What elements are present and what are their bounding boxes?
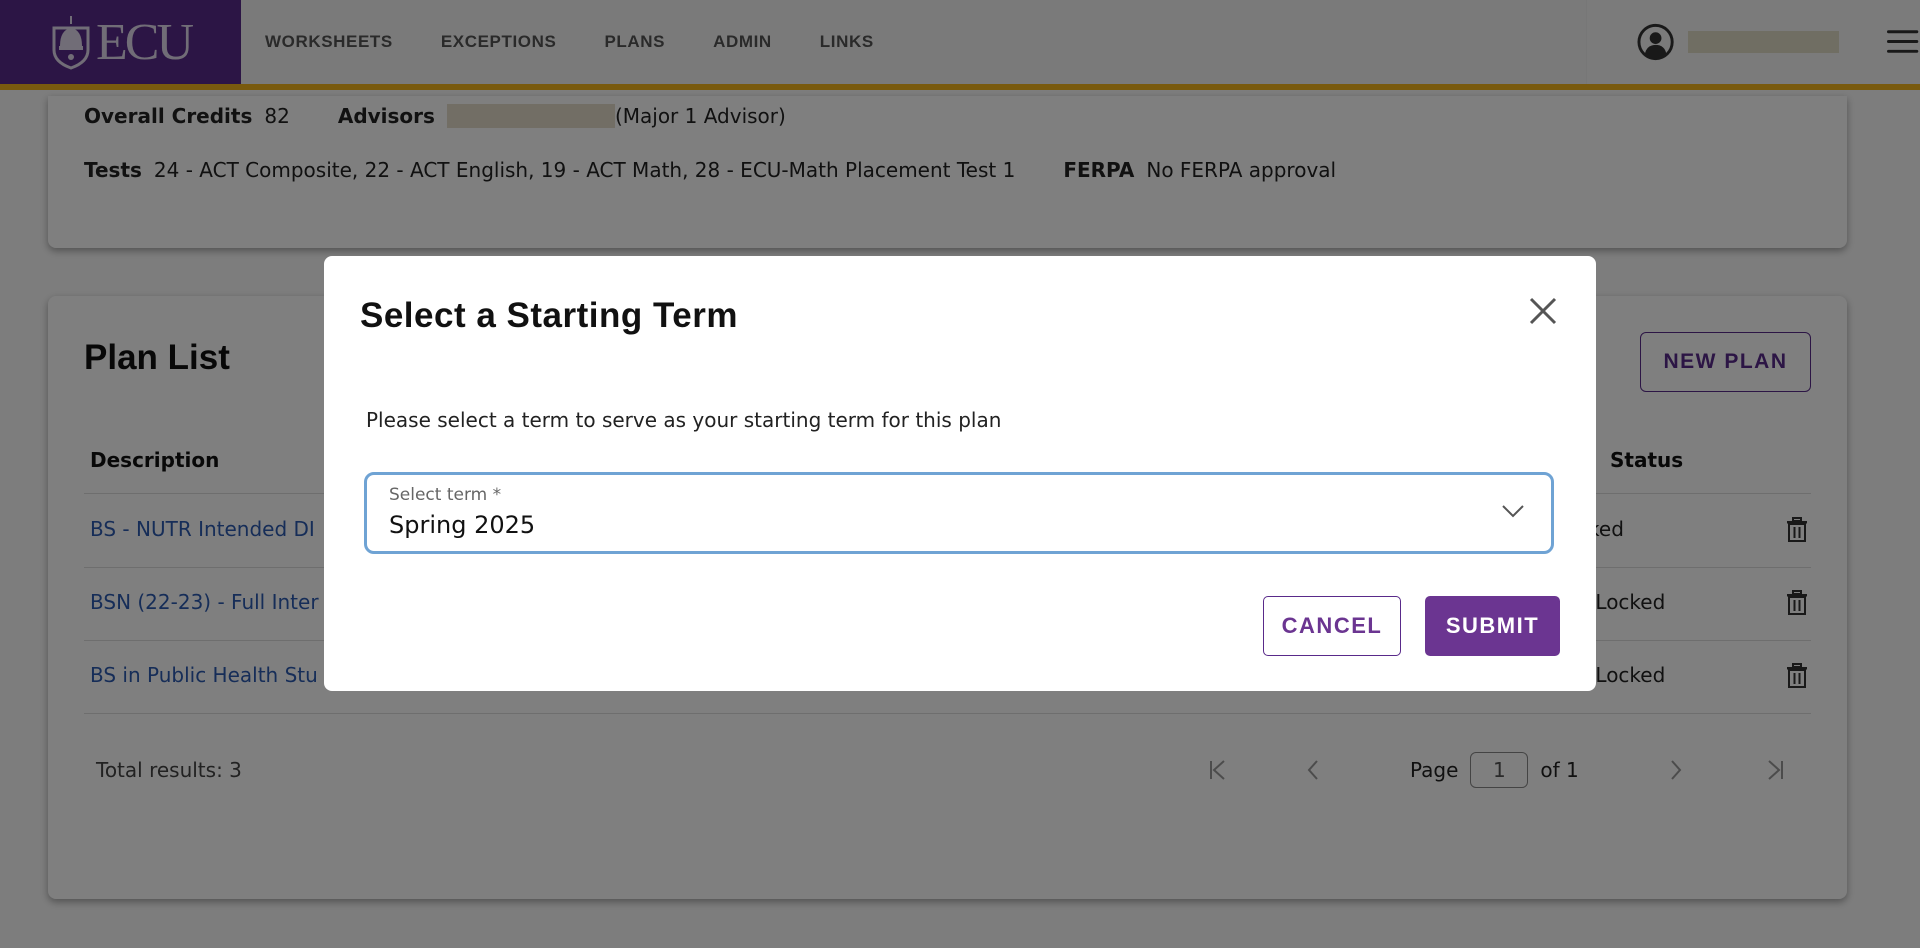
submit-button[interactable]: SUBMIT — [1425, 596, 1560, 656]
dialog-description: Please select a term to serve as your st… — [366, 408, 1002, 432]
cancel-button[interactable]: CANCEL — [1263, 596, 1401, 656]
chevron-down-icon — [1501, 503, 1525, 523]
select-starting-term-dialog: Select a Starting Term Please select a t… — [324, 256, 1596, 691]
close-dialog-button[interactable] — [1528, 296, 1558, 330]
dialog-title: Select a Starting Term — [360, 296, 738, 335]
close-icon — [1529, 297, 1557, 325]
term-select[interactable]: Select term * Spring 2025 — [364, 472, 1554, 554]
term-select-value: Spring 2025 — [389, 511, 536, 539]
term-select-label: Select term * — [389, 485, 502, 505]
